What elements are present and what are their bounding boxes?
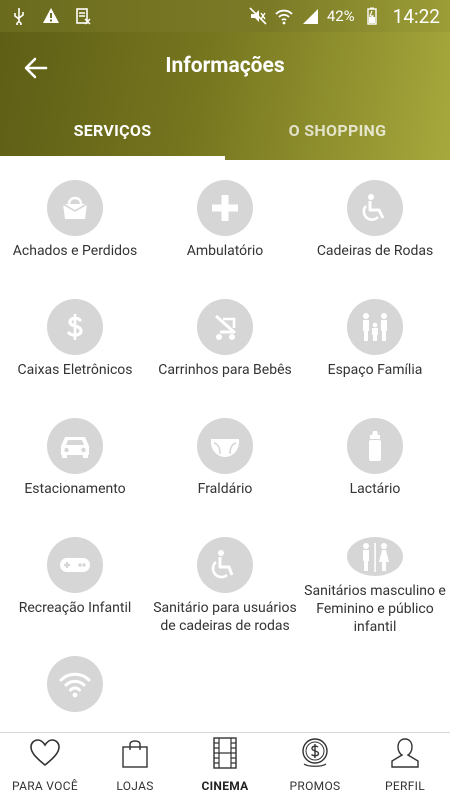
plus-icon [212,195,238,221]
wheelchair-icon [362,194,385,221]
service-label: Recreação Infantil [18,600,132,616]
wifi-icon [59,672,91,698]
wifi-status-icon [275,9,293,25]
nav-cinema[interactable]: CINEMA [180,733,270,800]
service-label: Estacionamento [24,481,126,497]
service-carrinhos-para-bebes[interactable]: Carrinhos para Bebês [150,279,300,398]
service-caixas-eletronicos[interactable]: Caixas Eletrônicos [0,279,150,398]
service-label: Achados e Perdidos [12,243,138,259]
coin-icon [302,738,328,767]
nav-label: LOJAS [116,779,154,793]
page-title: Informações [165,54,285,78]
service-sanitarios[interactable]: Sanitários masculino e Feminino e públic… [300,517,450,636]
service-label: Cadeiras de Rodas [316,243,434,259]
diaper-icon [211,436,239,457]
nav-perfil[interactable]: PERFIL [360,733,450,800]
family-icon [363,313,387,341]
baby-bottle-icon [369,431,381,461]
usb-icon [14,8,24,25]
status-clock: 14:22 [392,4,440,28]
nav-label: PARA VOCÊ [12,779,78,793]
shopping-bag-icon [122,740,148,768]
heart-icon [30,739,60,767]
user-icon [391,738,419,768]
service-achados-e-perdidos[interactable]: Achados e Perdidos [0,160,150,279]
service-label: Sanitários masculino e Feminino e públic… [304,583,446,635]
app-bar: Informações SERVIÇOS O SHOPPING [0,32,450,160]
service-cadeiras-de-rodas[interactable]: Cadeiras de Rodas [300,160,450,279]
service-label: Lactário [349,481,401,497]
car-icon [61,437,89,458]
services-list: Achados e Perdidos Ambulatório Cadeiras [0,160,450,732]
tab-bar: SERVIÇOS O SHOPPING [0,100,450,160]
signal-icon [302,9,318,24]
gamepad-icon [60,558,90,572]
service-lactario[interactable]: Lactário [300,398,450,517]
service-recreacao-infantil[interactable]: Recreação Infantil [0,517,150,636]
service-label: Espaço Família [327,362,423,378]
restroom-icon [363,542,389,572]
bag-icon [62,196,88,219]
bottom-navigation: PARA VOCÊ LOJAS CINEMA PROMOS PERFIL [0,732,450,800]
nav-para-voce[interactable]: PARA VOCÊ [0,733,90,800]
stroller-icon [215,314,236,340]
service-label: Caixas Eletrônicos [17,362,133,378]
status-bar: 42% 14:22 [0,0,450,32]
tab-servicos[interactable]: SERVIÇOS [0,100,225,160]
document-icon [76,8,91,25]
service-label: Sanitário para usuários de cadeiras de r… [153,600,297,634]
nav-lojas[interactable]: LOJAS [90,733,180,800]
service-label: Ambulatório [186,243,264,259]
service-sanitario-cadeiras-de-rodas[interactable]: Sanitário para usuários de cadeiras de r… [150,517,300,636]
warning-icon [43,8,59,23]
service-fraldario[interactable]: Fraldário [150,398,300,517]
dollar-icon [67,314,83,340]
service-espaco-familia[interactable]: Espaço Família [300,279,450,398]
accessible-restroom-icon [211,550,234,579]
tab-o-shopping[interactable]: O SHOPPING [225,100,450,160]
nav-promos[interactable]: PROMOS [270,733,360,800]
film-icon [213,737,237,769]
mute-icon [249,7,267,25]
service-estacionamento[interactable]: Estacionamento [0,398,150,517]
nav-label: CINEMA [201,779,249,793]
service-label: Carrinhos para Bebês [158,362,292,378]
nav-label: PROMOS [289,779,341,793]
nav-label: PERFIL [385,779,425,793]
service-wifi[interactable] [0,636,150,732]
service-label: Fraldário [197,481,253,497]
service-ambulatorio[interactable]: Ambulatório [150,160,300,279]
battery-icon [366,7,377,25]
battery-percent: 42% [326,7,355,25]
